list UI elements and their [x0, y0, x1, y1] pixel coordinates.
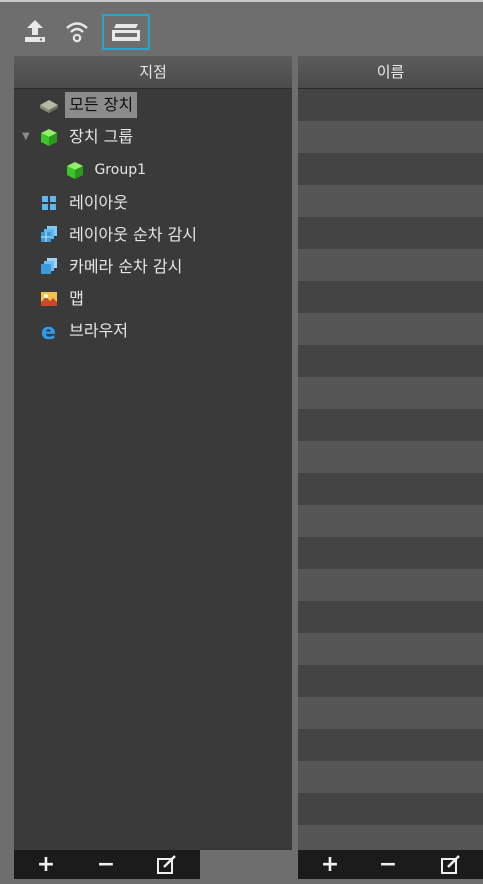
list-row [298, 409, 483, 441]
upload-button[interactable] [20, 16, 50, 46]
group-icon [67, 162, 83, 179]
tree-item-all-devices[interactable]: 모든 장치 [38, 91, 138, 118]
tree-item-label: 레이아웃 순차 감시 [69, 224, 198, 244]
add-button[interactable]: + [316, 850, 344, 879]
list-row [298, 633, 483, 665]
camera-sequence-icon [41, 257, 57, 274]
tree-item-label: 카메라 순차 감시 [69, 256, 183, 276]
layout-sequence-icon [41, 225, 57, 242]
right-bottom-bar: + − [298, 850, 483, 879]
remove-button[interactable]: − [92, 850, 120, 879]
tree-item-device-group[interactable]: 장치 그룹 [38, 123, 137, 149]
name-list [298, 89, 483, 850]
list-row [298, 345, 483, 377]
left-bottom-bar: + − [14, 850, 200, 879]
map-icon [41, 291, 57, 306]
edit-icon [441, 855, 460, 874]
network-button[interactable] [62, 16, 92, 46]
tray-icon [112, 24, 140, 41]
name-panel: 이름 [298, 56, 483, 850]
svg-text:e: e [41, 320, 56, 342]
list-row [298, 473, 483, 505]
layout-icon [42, 195, 56, 210]
site-panel: 지점 모든 장치 ▼ 장치 그룹 Group1 레이아웃 레이아웃 순차 감시 … [14, 56, 292, 850]
column-header-site[interactable]: 지점 [14, 56, 292, 89]
list-row [298, 761, 483, 793]
list-row [298, 89, 483, 121]
list-row [298, 249, 483, 281]
tree-item-layout[interactable]: 레이아웃 [38, 189, 132, 215]
upload-icon [25, 20, 45, 42]
list-row [298, 729, 483, 761]
tree-item-label: 레이아웃 [69, 192, 128, 212]
window-top-border [0, 0, 483, 2]
add-button[interactable]: + [32, 850, 60, 879]
tree-item-label: 브라우저 [69, 320, 128, 340]
list-row [298, 697, 483, 729]
tree-item-label: 맵 [69, 288, 84, 308]
tree-item-layout-sequence[interactable]: 레이아웃 순차 감시 [38, 221, 201, 247]
list-row [298, 217, 483, 249]
list-row [298, 153, 483, 185]
expand-arrow-icon[interactable]: ▼ [22, 131, 30, 142]
list-row [298, 537, 483, 569]
toolbar [14, 12, 483, 54]
list-row [298, 121, 483, 153]
tree-item-camera-sequence[interactable]: 카메라 순차 감시 [38, 253, 186, 279]
all-devices-icon [40, 99, 58, 113]
tree-item-browser[interactable]: e 브라우저 [38, 317, 132, 343]
list-row [298, 441, 483, 473]
remove-button[interactable]: − [374, 850, 402, 879]
tree-item-group1[interactable]: Group1 [64, 157, 150, 183]
list-row [298, 569, 483, 601]
list-row [298, 377, 483, 409]
tray-button[interactable] [102, 14, 150, 50]
tree-item-label: 모든 장치 [65, 91, 138, 118]
edit-button[interactable] [152, 850, 180, 879]
list-row [298, 505, 483, 537]
tree-item-map[interactable]: 맵 [38, 285, 88, 311]
browser-icon: e [41, 320, 56, 342]
list-row [298, 601, 483, 633]
list-row [298, 185, 483, 217]
device-group-icon [41, 128, 57, 146]
tree-item-label: 장치 그룹 [69, 126, 134, 146]
list-row [298, 665, 483, 697]
list-row [298, 313, 483, 345]
tree-item-label: Group1 [94, 162, 146, 178]
list-row [298, 825, 483, 850]
edit-icon [157, 855, 176, 874]
wifi-icon [66, 22, 88, 43]
edit-button[interactable] [436, 850, 464, 879]
list-row [298, 281, 483, 313]
column-header-name[interactable]: 이름 [298, 56, 483, 89]
list-row [298, 793, 483, 825]
